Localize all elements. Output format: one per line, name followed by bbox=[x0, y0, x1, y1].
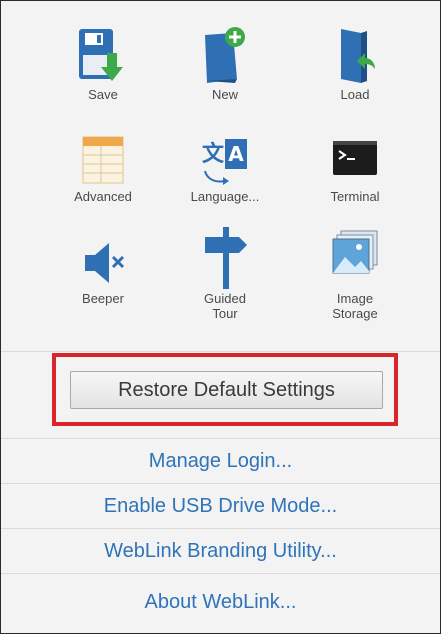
image-storage-label: Image Storage bbox=[332, 291, 378, 321]
save-icon bbox=[79, 29, 123, 81]
language-icon: A 文 bbox=[202, 139, 247, 185]
language-label: Language... bbox=[190, 189, 260, 204]
icon-grid: Save New Load Advanced A 文 Language... T… bbox=[1, 1, 440, 351]
save-label: Save bbox=[88, 87, 118, 102]
beeper-label: Beeper bbox=[82, 291, 124, 306]
new-document-icon bbox=[205, 27, 245, 83]
load-icon bbox=[341, 29, 375, 83]
signpost-icon bbox=[205, 227, 247, 289]
enable-usb-drive-mode-link[interactable]: Enable USB Drive Mode... bbox=[1, 483, 440, 528]
svg-text:文: 文 bbox=[202, 141, 225, 167]
advanced-label: Advanced bbox=[74, 189, 132, 204]
image-storage-icon bbox=[332, 230, 378, 274]
manage-login-link[interactable]: Manage Login... bbox=[1, 438, 440, 483]
svg-text:A: A bbox=[228, 142, 244, 166]
terminal-icon bbox=[333, 141, 377, 175]
language-tile[interactable]: A 文 Language... bbox=[165, 131, 285, 204]
terminal-tile[interactable]: Terminal bbox=[295, 131, 415, 204]
load-tile[interactable]: Load bbox=[295, 25, 415, 102]
weblink-branding-utility-link[interactable]: WebLink Branding Utility... bbox=[1, 528, 440, 573]
guided-tour-tile[interactable]: Guided Tour bbox=[165, 223, 285, 321]
guided-tour-label: Guided Tour bbox=[204, 291, 246, 321]
beeper-muted-icon bbox=[85, 243, 125, 283]
image-storage-tile[interactable]: Image Storage bbox=[295, 223, 415, 321]
save-tile[interactable]: Save bbox=[43, 25, 163, 102]
about-weblink-link[interactable]: About WebLink... bbox=[1, 573, 440, 633]
terminal-label: Terminal bbox=[330, 189, 380, 204]
settings-menu-panel: Save New Load Advanced A 文 Language... T… bbox=[0, 0, 441, 634]
restore-default-settings-button[interactable]: Restore Default Settings bbox=[70, 371, 383, 409]
new-tile[interactable]: New bbox=[165, 25, 285, 102]
beeper-tile[interactable]: Beeper bbox=[43, 233, 163, 306]
advanced-settings-icon bbox=[82, 136, 124, 184]
advanced-tile[interactable]: Advanced bbox=[43, 131, 163, 204]
load-label: Load bbox=[340, 87, 370, 102]
new-label: New bbox=[211, 87, 238, 102]
